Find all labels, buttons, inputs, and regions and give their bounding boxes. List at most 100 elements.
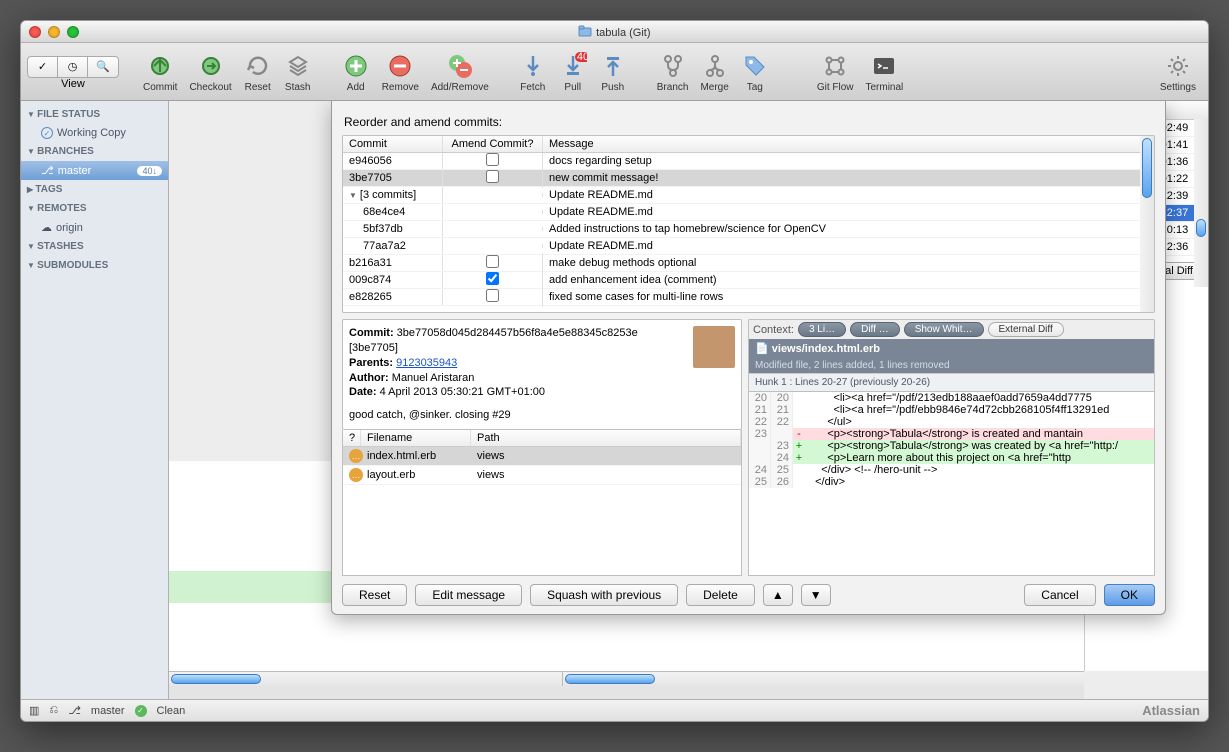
sidebar-section-filestatus[interactable]: FILE STATUS	[21, 105, 168, 124]
amend-checkbox[interactable]	[486, 255, 499, 268]
diff-line: 23+ <p><strong>Tabula</strong> was creat…	[749, 440, 1154, 452]
push-button[interactable]: Push	[593, 50, 633, 95]
folder-icon	[578, 24, 592, 38]
diff-line: 2526 </div>	[749, 476, 1154, 488]
zoom-window-button[interactable]	[67, 26, 79, 38]
parent-commit-link[interactable]: 9123035943	[396, 357, 457, 369]
cancel-button[interactable]: Cancel	[1024, 584, 1095, 606]
column-message[interactable]: Message	[543, 136, 1154, 152]
toolbar: ✓ ◷ 🔍 View CommitCheckoutResetStash AddRe…	[21, 43, 1208, 101]
reset-button[interactable]: Reset	[342, 584, 407, 606]
reset-button[interactable]: Reset	[238, 50, 278, 95]
branch-icon: ⎇	[41, 164, 54, 177]
add-button[interactable]: Add	[336, 50, 376, 95]
cloud-icon: ☁	[41, 221, 52, 234]
squash-button[interactable]: Squash with previous	[530, 584, 678, 606]
diff-toolbar: Context: 3 Li… Diff … Show Whit… Externa…	[748, 319, 1155, 339]
merge-button[interactable]: Merge	[694, 50, 734, 95]
view-files-icon[interactable]: ✓	[28, 57, 58, 77]
sidebar-section-stashes[interactable]: STASHES	[21, 237, 168, 256]
clean-check-icon: ✓	[135, 705, 147, 717]
view-search-icon[interactable]: 🔍	[88, 57, 118, 77]
commits-table[interactable]: Commit Amend Commit? Message e946056docs…	[342, 135, 1155, 313]
sidebar-toggle-icon[interactable]: ▥	[29, 704, 39, 717]
diff-line: 2222 </ul>	[749, 416, 1154, 428]
column-commit[interactable]: Commit	[343, 136, 443, 152]
sidebar-item-master[interactable]: ⎇master40↓	[21, 161, 168, 180]
file-icon: 📄	[755, 343, 769, 355]
status-branch: master	[91, 705, 125, 717]
edit-message-button[interactable]: Edit message	[415, 584, 522, 606]
gitflow-button[interactable]: Git Flow	[811, 50, 860, 95]
minimize-window-button[interactable]	[48, 26, 60, 38]
file-row[interactable]: …index.html.erbviews	[343, 447, 741, 466]
diff-line: 24+ <p>Learn more about this project on …	[749, 452, 1154, 464]
horizontal-scrollbars[interactable]	[169, 671, 1084, 699]
commit-row[interactable]: 68e4ce4Update README.md	[343, 204, 1154, 221]
amend-checkbox[interactable]	[486, 153, 499, 166]
diff-line: 23- <p><strong>Tabula</strong> is create…	[749, 428, 1154, 440]
commit-button[interactable]: Commit	[137, 50, 183, 95]
context-lines-dropdown[interactable]: 3 Li…	[798, 322, 846, 337]
diff-body[interactable]: 2020 <li><a href="/pdf/213edb188aaef0add…	[748, 392, 1155, 576]
view-segmented-control[interactable]: ✓ ◷ 🔍	[27, 56, 119, 78]
move-down-button[interactable]: ▼	[801, 584, 831, 606]
commit-row[interactable]: 3be7705new commit message!	[343, 170, 1154, 187]
file-row[interactable]: …layout.erbviews	[343, 466, 741, 485]
sidebar-section-branches[interactable]: BRANCHES	[21, 142, 168, 161]
move-up-button[interactable]: ▲	[763, 584, 793, 606]
sidebar-item-workingcopy[interactable]: ✓Working Copy	[21, 124, 168, 142]
addremove-button[interactable]: Add/Remove	[425, 50, 495, 95]
amend-checkbox[interactable]	[486, 289, 499, 302]
close-window-button[interactable]	[29, 26, 41, 38]
sidebar-section-remotes[interactable]: REMOTES	[21, 199, 168, 218]
diff-hunk-header: Hunk 1 : Lines 20-27 (previously 20-26)	[748, 373, 1155, 392]
interactive-rebase-sheet: Reorder and amend commits: Commit Amend …	[331, 101, 1166, 615]
column-amend[interactable]: Amend Commit?	[443, 136, 543, 152]
modified-icon: …	[349, 449, 363, 463]
svg-text:40: 40	[577, 52, 587, 63]
titlebar: tabula (Git)	[21, 21, 1208, 43]
stash-button[interactable]: Stash	[278, 50, 318, 95]
settings-button[interactable]: Settings	[1154, 50, 1202, 95]
diff-file-header: 📄 views/index.html.erb	[748, 339, 1155, 358]
diff-line: 2121 <li><a href="/pdf/ebb9846e74d72cbb2…	[749, 404, 1154, 416]
ok-button[interactable]: OK	[1104, 584, 1155, 606]
remove-button[interactable]: Remove	[376, 50, 425, 95]
commit-row[interactable]: 5bf37dbAdded instructions to tap homebre…	[343, 221, 1154, 238]
refresh-icon[interactable]: ⎌	[49, 704, 58, 717]
terminal-button[interactable]: Terminal	[859, 50, 909, 95]
diff-line: 2425 </div> <!-- /hero-unit -->	[749, 464, 1154, 476]
file-list-table[interactable]: ? Filename Path …index.html.erbviews…lay…	[342, 430, 742, 576]
delete-button[interactable]: Delete	[686, 584, 755, 606]
amend-checkbox[interactable]	[486, 170, 499, 183]
status-bar: ▥ ⎌ ⎇ master ✓ Clean Atlassian	[21, 699, 1208, 721]
modified-icon: …	[349, 468, 363, 482]
fetch-button[interactable]: Fetch	[513, 50, 553, 95]
commit-info-panel: Commit: 3be77058d045d284457b56f8a4e5e883…	[342, 319, 742, 430]
author-avatar	[693, 326, 735, 368]
amend-checkbox[interactable]	[486, 272, 499, 285]
window-title: tabula (Git)	[596, 27, 650, 39]
commit-row[interactable]: e828265fixed some cases for multi-line r…	[343, 289, 1154, 306]
commit-message: good catch, @sinker. closing #29	[349, 408, 735, 423]
view-label: View	[61, 78, 85, 90]
pull-button[interactable]: 40Pull	[553, 50, 593, 95]
sidebar-section-submodules[interactable]: SUBMODULES	[21, 256, 168, 275]
branch-button[interactable]: Branch	[651, 50, 695, 95]
external-diff-button-2[interactable]: External Diff	[988, 322, 1064, 337]
tag-button[interactable]: Tag	[735, 50, 775, 95]
sheet-title: Reorder and amend commits:	[342, 111, 1155, 135]
commit-row[interactable]: [3 commits]Update README.md	[343, 187, 1154, 204]
status-clean: Clean	[157, 705, 186, 717]
sidebar-item-origin[interactable]: ☁origin	[21, 218, 168, 237]
view-history-icon[interactable]: ◷	[58, 57, 88, 77]
diff-file-status: Modified file, 2 lines added, 1 lines re…	[748, 358, 1155, 373]
checkout-button[interactable]: Checkout	[183, 50, 237, 95]
whitespace-dropdown[interactable]: Show Whit…	[904, 322, 984, 337]
sidebar-section-tags[interactable]: TAGS	[21, 180, 168, 199]
diff-mode-dropdown[interactable]: Diff …	[850, 322, 900, 337]
sidebar: FILE STATUS✓Working CopyBRANCHES⎇master4…	[21, 101, 169, 699]
diff-line: 2020 <li><a href="/pdf/213edb188aaef0add…	[749, 392, 1154, 404]
branch-icon: ⎇	[68, 704, 81, 717]
